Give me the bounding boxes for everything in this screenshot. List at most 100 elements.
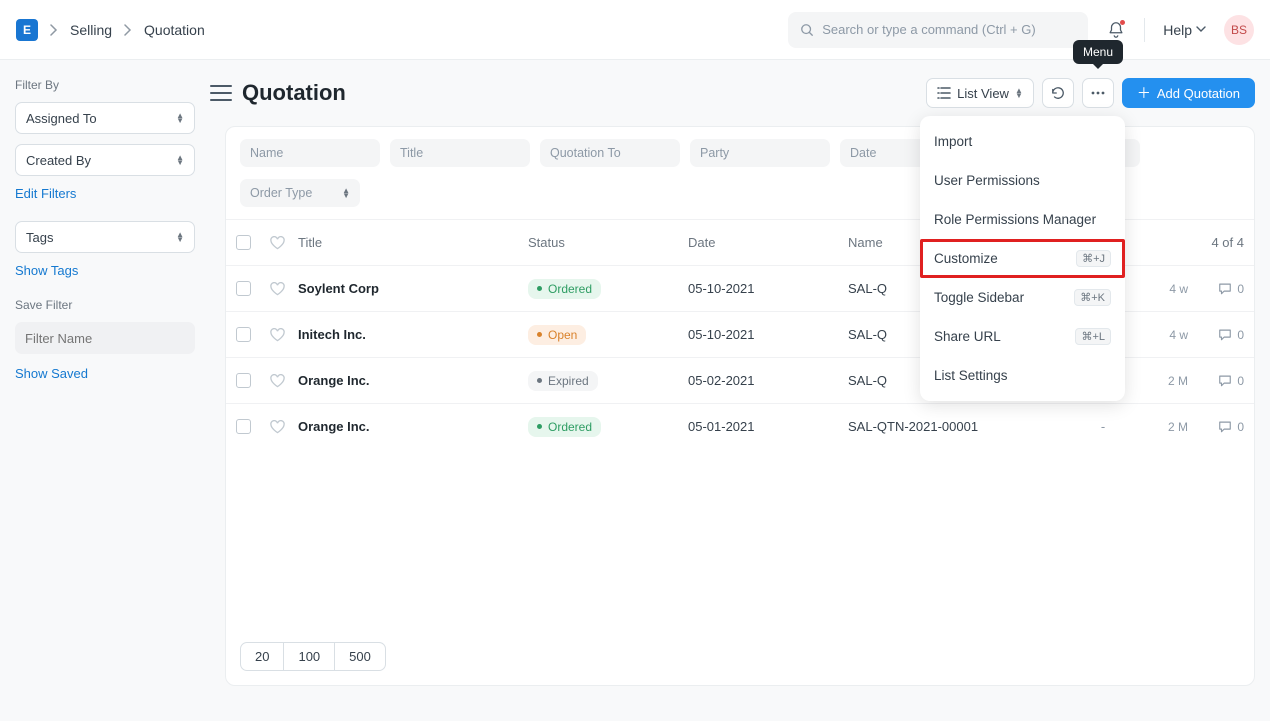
breadcrumb-selling[interactable]: Selling	[70, 22, 112, 38]
add-quotation-label: Add Quotation	[1157, 86, 1240, 101]
page-actions: Menu List View ▲▼	[926, 78, 1255, 108]
row-age: 2 M	[1128, 374, 1188, 388]
status-text: Open	[548, 328, 577, 342]
filter-chip-order-type[interactable]: Order Type ▲▼	[240, 179, 360, 207]
status-badge: Expired	[528, 371, 598, 391]
chevron-down-icon	[1196, 26, 1206, 33]
created-by-filter[interactable]: Created By ▲▼	[15, 144, 195, 176]
filter-chip-title[interactable]: Title	[390, 139, 530, 167]
row-age: 4 w	[1128, 328, 1188, 342]
status-dot-icon	[537, 286, 542, 291]
user-avatar[interactable]: BS	[1224, 15, 1254, 45]
chip-label: Quotation To	[550, 146, 621, 160]
ellipsis-icon	[1091, 91, 1105, 95]
sidebar-toggle-button[interactable]	[210, 85, 232, 101]
row-date: 05-02-2021	[688, 373, 848, 388]
status-badge: Open	[528, 325, 586, 345]
menu-item-toggle-sidebar[interactable]: Toggle Sidebar ⌘+K	[920, 278, 1125, 317]
chip-label: Name	[250, 146, 283, 160]
app-logo[interactable]: E	[16, 19, 38, 41]
chip-label: Date	[850, 146, 876, 160]
pagination: 20 100 500	[226, 628, 1254, 685]
assigned-to-label: Assigned To	[26, 111, 97, 126]
filter-name-input[interactable]	[15, 322, 195, 354]
refresh-button[interactable]	[1042, 78, 1074, 108]
nav-right: Search or type a command (Ctrl + G) Help…	[788, 12, 1254, 48]
chevron-right-icon	[50, 24, 58, 36]
filter-chip-party[interactable]: Party	[690, 139, 830, 167]
filter-chip-name[interactable]: Name	[240, 139, 380, 167]
menu-item-user-permissions[interactable]: User Permissions	[920, 161, 1125, 200]
edit-filters-link[interactable]: Edit Filters	[15, 186, 76, 201]
page-size-20[interactable]: 20	[241, 643, 284, 670]
like-button[interactable]	[270, 420, 298, 434]
menu-item-label: Customize	[934, 251, 998, 266]
created-by-label: Created By	[26, 153, 91, 168]
help-menu[interactable]: Help	[1163, 22, 1206, 38]
row-checkbox[interactable]	[236, 373, 251, 388]
select-arrows-icon: ▲▼	[342, 188, 350, 198]
filter-chip-quotation-to[interactable]: Quotation To	[540, 139, 680, 167]
menu-item-customize[interactable]: Customize ⌘+J	[920, 239, 1125, 278]
row-comments[interactable]: 0	[1188, 420, 1244, 434]
menu-item-label: List Settings	[934, 368, 1008, 383]
status-text: Ordered	[548, 420, 592, 434]
menu-item-label: User Permissions	[934, 173, 1040, 188]
list-row[interactable]: Orange Inc. Ordered 05-01-2021SAL-QTN-2021…	[226, 403, 1254, 449]
col-title[interactable]: Title	[298, 235, 528, 250]
col-status[interactable]: Status	[528, 235, 688, 250]
save-filter-label: Save Filter	[15, 298, 195, 312]
like-button[interactable]	[270, 374, 298, 388]
like-column-icon	[270, 236, 298, 250]
tags-filter[interactable]: Tags ▲▼	[15, 221, 195, 253]
col-date[interactable]: Date	[688, 235, 848, 250]
menu-item-role-permissions[interactable]: Role Permissions Manager	[920, 200, 1125, 239]
select-arrows-icon: ▲▼	[176, 113, 184, 123]
show-tags-link[interactable]: Show Tags	[15, 263, 78, 278]
select-arrows-icon: ▲▼	[176, 232, 184, 242]
page-size-group: 20 100 500	[240, 642, 386, 671]
menu-item-import[interactable]: Import	[920, 122, 1125, 161]
chip-label: Order Type	[250, 186, 312, 200]
status-text: Expired	[548, 374, 589, 388]
row-checkbox[interactable]	[236, 327, 251, 342]
row-comments[interactable]: 0	[1188, 328, 1244, 342]
page-size-100[interactable]: 100	[284, 643, 335, 670]
row-checkbox[interactable]	[236, 281, 251, 296]
menu-item-label: Toggle Sidebar	[934, 290, 1024, 305]
notifications-button[interactable]	[1106, 20, 1126, 40]
filter-sidebar: Filter By Assigned To ▲▼ Created By ▲▼ E…	[0, 60, 210, 721]
select-arrows-icon: ▲▼	[176, 155, 184, 165]
menu-button[interactable]	[1082, 78, 1114, 108]
like-button[interactable]	[270, 328, 298, 342]
search-icon	[800, 23, 814, 37]
menu-item-label: Import	[934, 134, 972, 149]
row-title[interactable]: Initech Inc.	[298, 327, 528, 342]
breadcrumb-quotation[interactable]: Quotation	[144, 22, 205, 38]
shortcut-badge: ⌘+J	[1076, 250, 1111, 267]
row-title[interactable]: Soylent Corp	[298, 281, 528, 296]
page-header: Quotation Menu List View ▲▼	[210, 78, 1255, 108]
add-quotation-button[interactable]: ＋ Add Quotation	[1122, 78, 1255, 108]
shortcut-badge: ⌘+K	[1074, 289, 1111, 306]
status-dot-icon	[537, 332, 542, 337]
like-button[interactable]	[270, 282, 298, 296]
menu-tooltip: Menu	[1073, 40, 1123, 64]
select-all-checkbox[interactable]	[236, 235, 251, 250]
assigned-to-filter[interactable]: Assigned To ▲▼	[15, 102, 195, 134]
row-date: 05-01-2021	[688, 419, 848, 434]
row-name: SAL-QTN-2021-00001	[848, 419, 1078, 434]
show-saved-link[interactable]: Show Saved	[15, 366, 88, 381]
row-comments[interactable]: 0	[1188, 374, 1244, 388]
menu-item-list-settings[interactable]: List Settings	[920, 356, 1125, 395]
view-switcher[interactable]: List View ▲▼	[926, 78, 1034, 108]
row-comments[interactable]: 0	[1188, 282, 1244, 296]
status-dot-icon	[537, 424, 542, 429]
row-checkbox[interactable]	[236, 419, 251, 434]
row-title[interactable]: Orange Inc.	[298, 373, 528, 388]
page-size-500[interactable]: 500	[335, 643, 385, 670]
shortcut-badge: ⌘+L	[1075, 328, 1111, 345]
global-search[interactable]: Search or type a command (Ctrl + G)	[788, 12, 1088, 48]
row-title[interactable]: Orange Inc.	[298, 419, 528, 434]
menu-item-share-url[interactable]: Share URL ⌘+L	[920, 317, 1125, 356]
